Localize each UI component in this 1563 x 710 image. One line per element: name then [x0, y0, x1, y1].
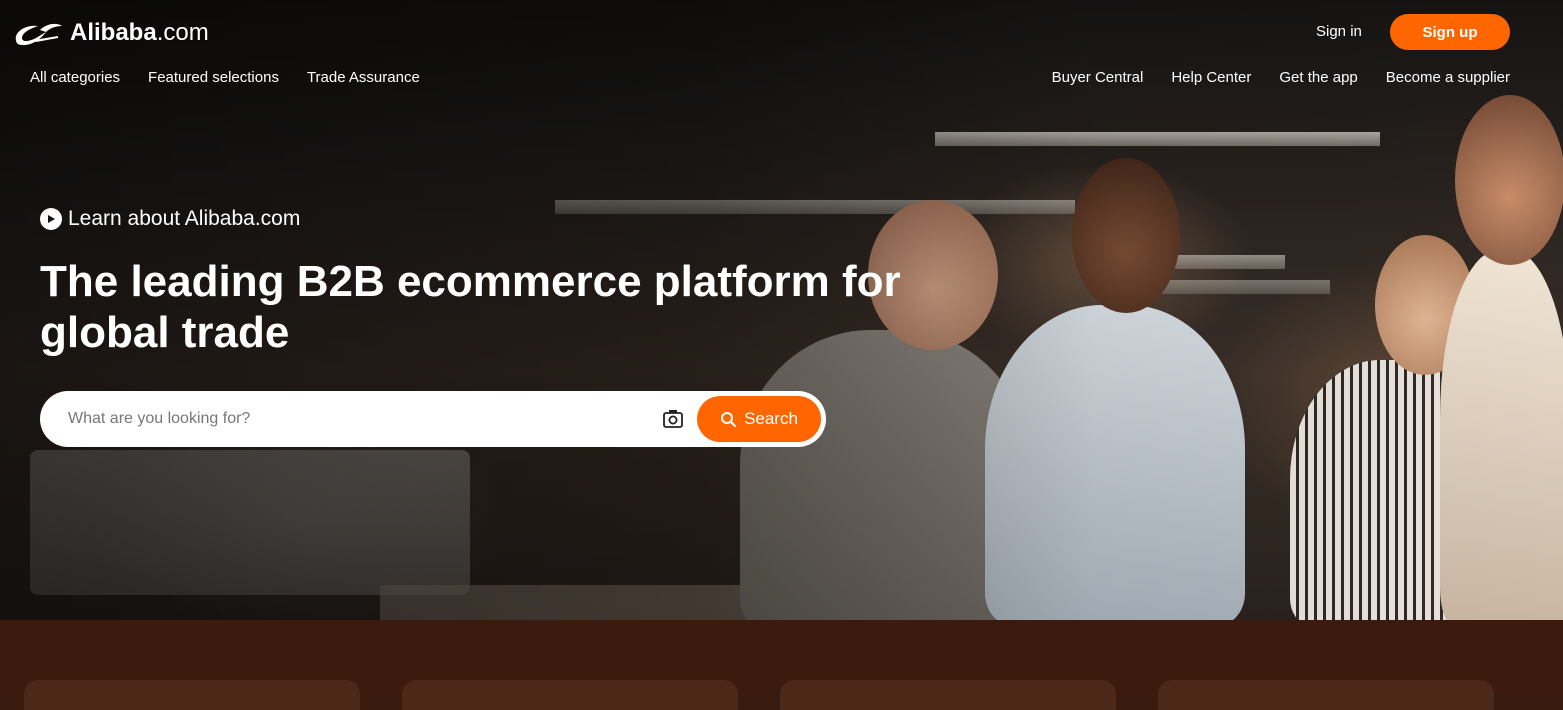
search-icon [720, 411, 736, 427]
nav-item-all-categories[interactable]: All categories [30, 69, 120, 86]
sign-up-button[interactable]: Sign up [1390, 14, 1510, 50]
nav-item-trade-assurance[interactable]: Trade Assurance [307, 69, 420, 86]
alibaba-logo-icon [12, 18, 66, 48]
page-content: Alibaba.com Sign in Sign up All categori… [0, 0, 1563, 692]
image-search-camera-icon[interactable] [661, 407, 685, 431]
search-input[interactable] [40, 391, 661, 447]
play-icon [40, 208, 62, 230]
sign-in-link[interactable]: Sign in [1316, 23, 1362, 40]
hero-headline: The leading B2B ecommerce platform for g… [40, 256, 940, 358]
nav-item-become-a-supplier[interactable]: Become a supplier [1386, 69, 1510, 86]
nav-item-featured-selections[interactable]: Featured selections [148, 69, 279, 86]
learn-about-link[interactable]: Learn about Alibaba.com [40, 207, 300, 231]
search-button[interactable]: Search [697, 396, 821, 442]
logo-suffix: .com [157, 19, 209, 46]
nav-item-get-the-app[interactable]: Get the app [1279, 69, 1357, 86]
search-bar: Search [40, 391, 826, 447]
nav-item-help-center[interactable]: Help Center [1171, 69, 1251, 86]
alibaba-logo[interactable]: Alibaba.com [12, 18, 209, 48]
logo-text: Alibaba [70, 19, 157, 46]
nav-item-buyer-central[interactable]: Buyer Central [1052, 69, 1144, 86]
secondary-nav: Buyer Central Help Center Get the app Be… [1052, 69, 1510, 86]
search-button-label: Search [744, 409, 798, 429]
primary-nav: All categories Featured selections Trade… [30, 69, 420, 86]
learn-about-label: Learn about Alibaba.com [68, 207, 300, 231]
